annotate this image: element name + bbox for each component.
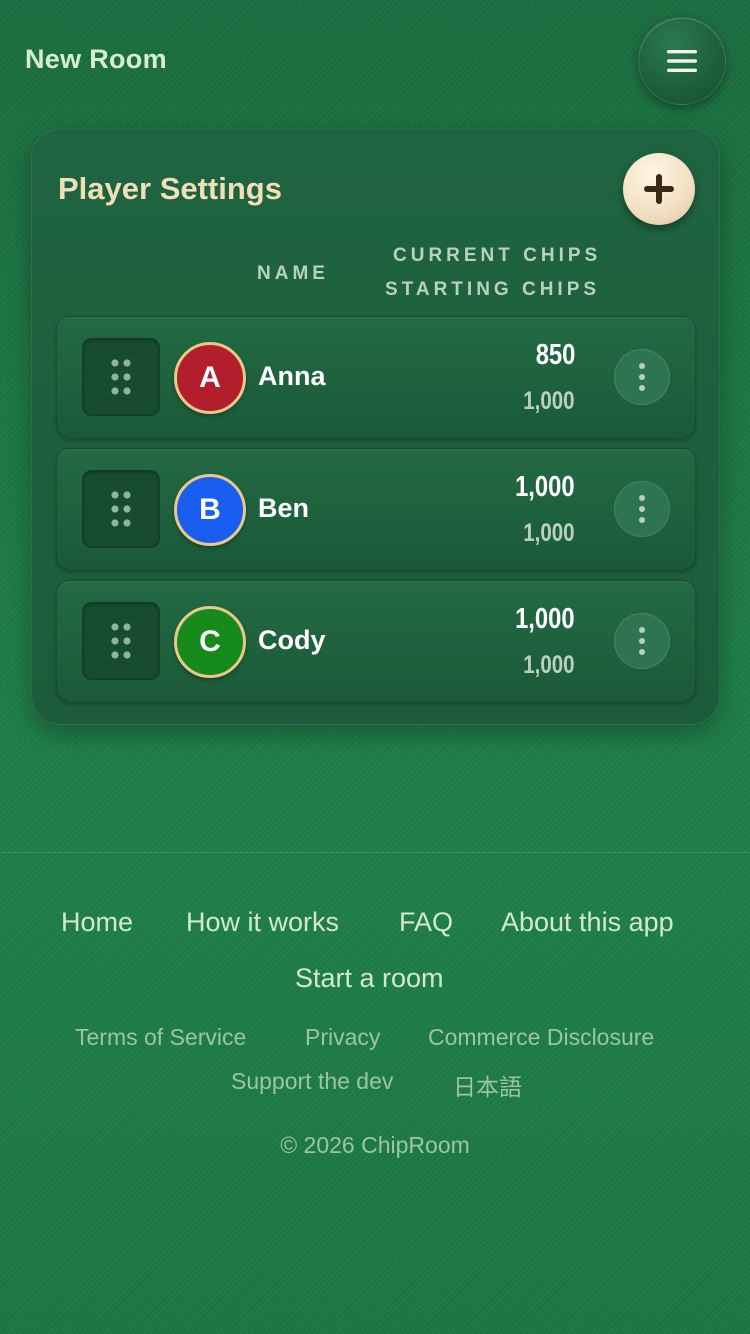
current-chips: 1,000 <box>515 603 575 635</box>
player-settings-card: Player Settings NAME CURRENT CHIPS START… <box>31 128 720 725</box>
player-row: C Cody 1,000 1,000 <box>56 580 696 702</box>
current-chips: 1,000 <box>515 471 575 503</box>
avatar: A <box>174 342 246 414</box>
drag-handle[interactable] <box>82 602 160 680</box>
more-options-button[interactable] <box>614 349 670 405</box>
footer-link-terms[interactable]: Terms of Service <box>75 1024 246 1051</box>
more-options-button[interactable] <box>614 481 670 537</box>
card-title: Player Settings <box>58 171 282 206</box>
drag-handle[interactable] <box>82 470 160 548</box>
drag-dots-icon <box>111 359 131 395</box>
footer-link-start-room[interactable]: Start a room <box>295 963 444 994</box>
plus-icon <box>644 174 674 204</box>
hamburger-icon <box>667 50 697 72</box>
player-row: B Ben 1,000 1,000 <box>56 448 696 570</box>
drag-dots-icon <box>111 491 131 527</box>
drag-dots-icon <box>111 623 131 659</box>
player-name: Anna <box>258 361 326 391</box>
current-chips: 850 <box>535 339 575 371</box>
footer-link-commerce[interactable]: Commerce Disclosure <box>428 1024 654 1051</box>
column-header-starting-chips: STARTING CHIPS <box>385 279 601 300</box>
footer-link-privacy[interactable]: Privacy <box>305 1024 380 1051</box>
vertical-dots-icon <box>639 495 645 523</box>
player-row: A Anna 850 1,000 <box>56 316 696 438</box>
column-header-current-chips: CURRENT CHIPS <box>393 245 602 266</box>
footer-link-how-it-works[interactable]: How it works <box>186 907 339 938</box>
page-title: New Room <box>25 44 167 74</box>
vertical-dots-icon <box>639 363 645 391</box>
footer-link-about[interactable]: About this app <box>501 907 674 938</box>
more-options-button[interactable] <box>614 613 670 669</box>
footer-link-home[interactable]: Home <box>61 907 133 938</box>
footer-divider <box>0 852 750 853</box>
drag-handle[interactable] <box>82 338 160 416</box>
copyright: © 2026 ChipRoom <box>280 1132 470 1158</box>
footer-link-support[interactable]: Support the dev <box>231 1068 393 1095</box>
footer-link-faq[interactable]: FAQ <box>399 907 453 938</box>
menu-button[interactable] <box>638 17 726 105</box>
player-name: Ben <box>258 493 310 523</box>
starting-chips: 1,000 <box>523 519 575 547</box>
vertical-dots-icon <box>639 627 645 655</box>
avatar: C <box>174 606 246 678</box>
starting-chips: 1,000 <box>523 651 575 679</box>
footer-link-japanese[interactable]: 日本語 <box>453 1068 522 1102</box>
avatar: B <box>174 474 246 546</box>
column-header-name: NAME <box>257 263 329 284</box>
player-name: Cody <box>258 625 326 655</box>
starting-chips: 1,000 <box>523 387 575 415</box>
add-player-button[interactable] <box>623 153 695 225</box>
